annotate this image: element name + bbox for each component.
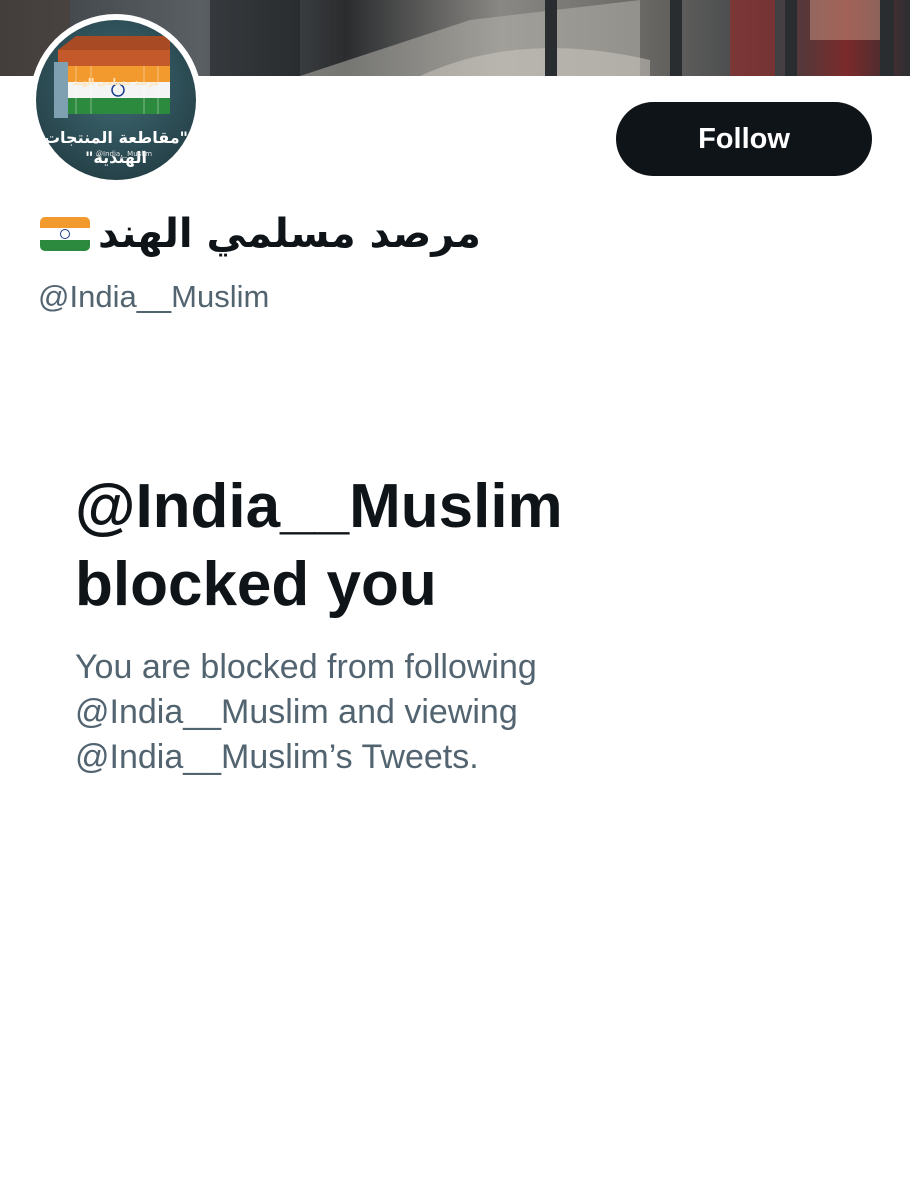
display-name-row: مرصد مسلمي الهند — [40, 206, 481, 262]
blocked-desc-line1: You are blocked from following — [75, 648, 537, 686]
avatar[interactable]: مرصد مسلمي الهند "مقاطعة المنتجات الهندي… — [30, 14, 202, 186]
blocked-desc-line2: @India__Muslim and viewing — [75, 693, 518, 731]
avatar-handle-text: @India__Muslim — [96, 150, 153, 158]
display-name: مرصد مسلمي الهند — [98, 211, 481, 257]
india-flag-icon — [40, 217, 90, 251]
blocked-title-line1: @India__Muslim — [75, 472, 563, 541]
follow-button[interactable]: Follow — [616, 102, 872, 176]
avatar-image: مرصد مسلمي الهند "مقاطعة المنتجات الهندي… — [36, 20, 196, 180]
blocked-description: You are blocked from following @India__M… — [75, 645, 795, 780]
blocked-desc-line3: @India__Muslim’s Tweets. — [75, 738, 479, 776]
blocked-title-line2: blocked you — [75, 550, 437, 619]
avatar-top-text: مرصد مسلمي الهند — [72, 78, 160, 88]
avatar-main-text: "مقاطعة المنتجات الهندية" — [36, 128, 196, 168]
blocked-title: @India__Muslim blocked you — [75, 468, 855, 624]
avatar-main-line1: "مقاطعة المنتجات — [43, 128, 189, 147]
profile-handle: @India__Muslim — [38, 279, 270, 314]
